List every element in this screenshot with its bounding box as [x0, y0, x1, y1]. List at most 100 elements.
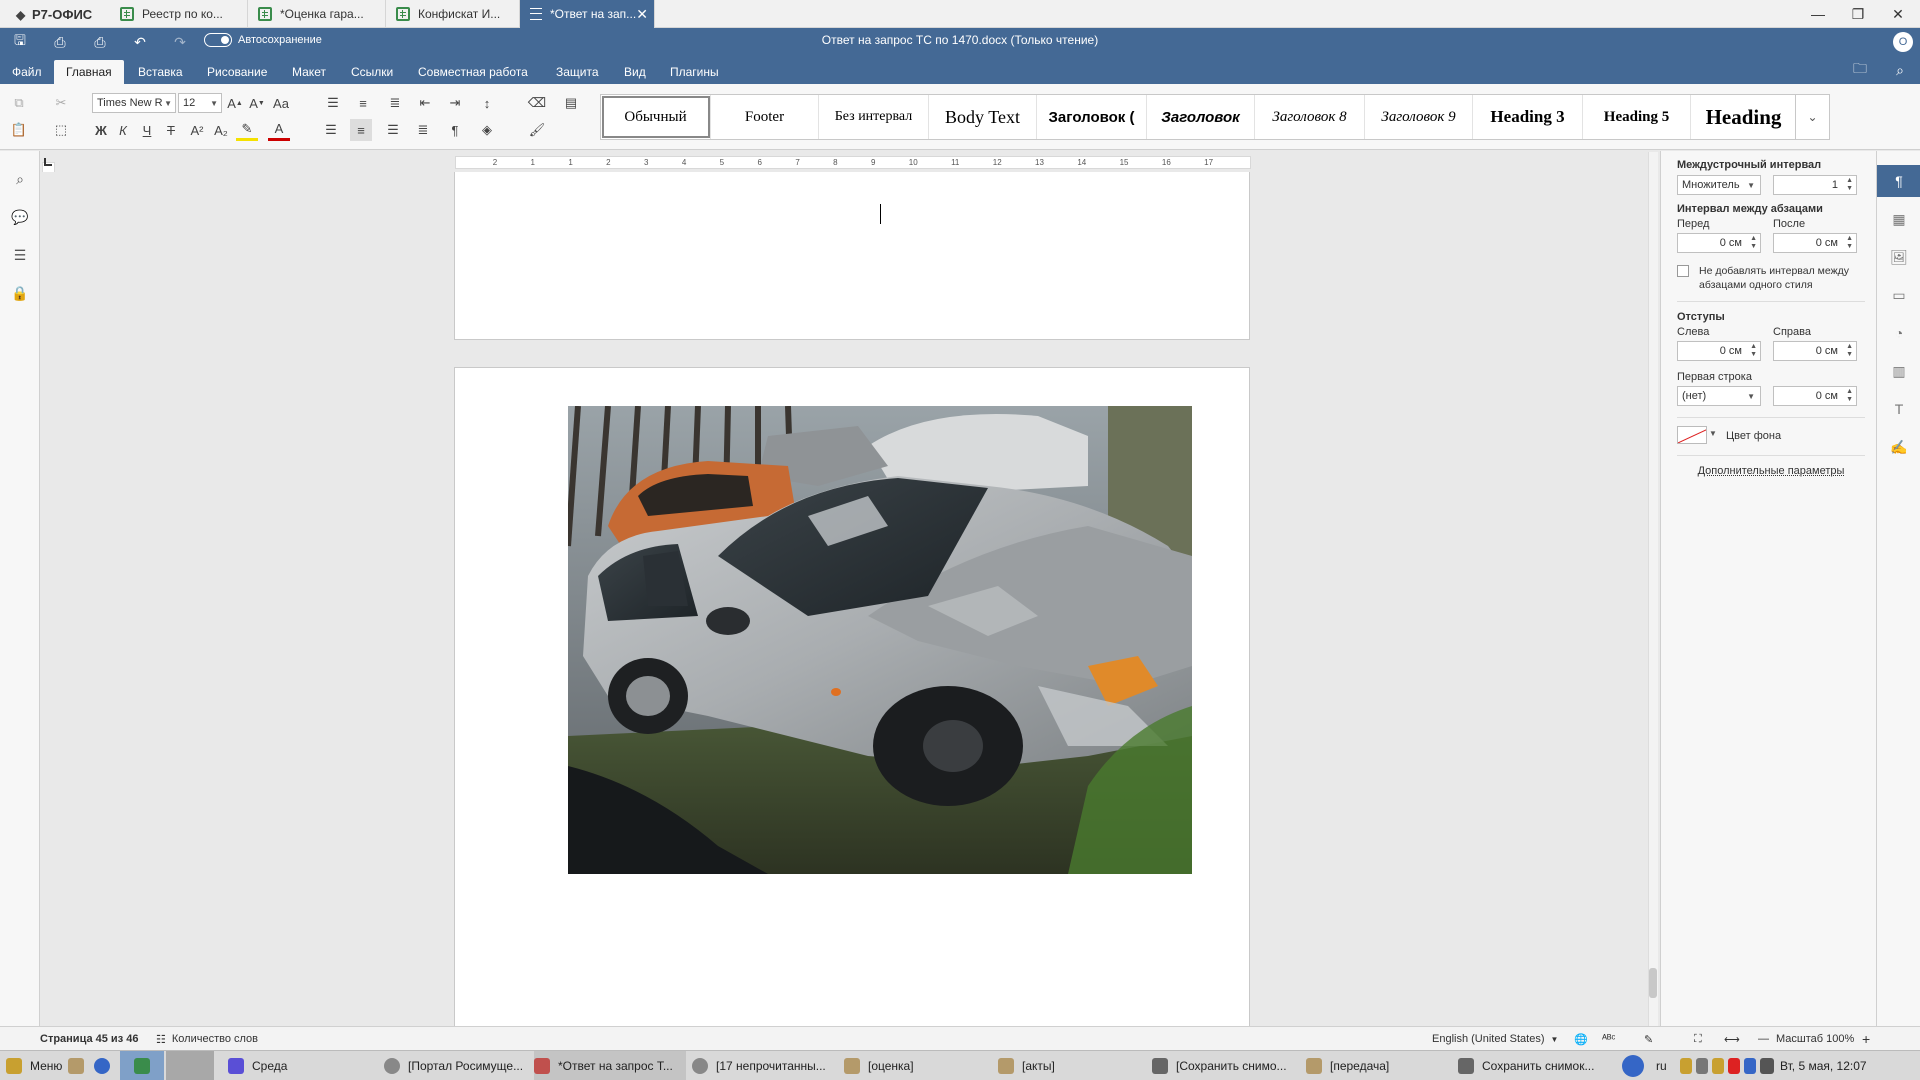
style-heading[interactable]: Heading [1691, 95, 1797, 139]
menu-plugins[interactable]: Плагины [658, 60, 731, 84]
shading-icon[interactable]: ◈ [476, 119, 498, 141]
navigation-icon[interactable]: ☰ [8, 243, 32, 267]
spinner-icon[interactable]: ▲ ▼ [1846, 343, 1853, 359]
line-spacing-icon[interactable]: ↕ [476, 92, 498, 114]
subscript-icon[interactable]: A₂ [210, 119, 232, 141]
user-avatar[interactable]: О [1893, 32, 1913, 52]
style-heading-3[interactable]: Heading 3 [1473, 95, 1583, 139]
style-body-text[interactable]: Body Text [929, 95, 1037, 139]
autosave-toggle[interactable]: Автосохранение [204, 33, 322, 47]
text-art-icon[interactable]: T [1887, 397, 1911, 421]
bg-color-picker[interactable] [1677, 426, 1707, 444]
paragraph-settings-icon[interactable]: ¶ [1877, 165, 1920, 197]
shape-settings-icon[interactable]: ◔ [1887, 321, 1911, 345]
justify-icon[interactable]: ≣ [412, 119, 434, 141]
taskbar-item-folder-peredacha[interactable]: [передача] [1306, 1051, 1454, 1080]
menu-insert[interactable]: Вставка [126, 60, 195, 84]
superscript-icon[interactable]: A² [186, 119, 208, 141]
toggle-switch[interactable] [204, 33, 232, 47]
image-settings-icon[interactable]: 🖼 [1887, 245, 1911, 269]
tab-valuation[interactable]: *Оценка гара... [248, 0, 386, 28]
header-footer-icon[interactable]: ▭ [1887, 283, 1911, 307]
taskbar-item-screenshot-1[interactable]: [Сохранить снимо... [1152, 1051, 1302, 1080]
word-count-button[interactable]: ☷ Количество слов [156, 1027, 258, 1051]
fit-width-icon[interactable]: ⟷ [1724, 1027, 1740, 1051]
menu-layout[interactable]: Макет [280, 60, 338, 84]
menu-references[interactable]: Ссылки [339, 60, 405, 84]
style-heading-5[interactable]: Heading 5 [1583, 95, 1691, 139]
app-brand[interactable]: ◆ Р7-ОФИС [0, 0, 110, 28]
globe-icon[interactable]: 🌐 [1574, 1027, 1588, 1051]
style-heading-8[interactable]: Заголовок 8 [1255, 95, 1365, 139]
no-add-interval-checkbox[interactable] [1677, 265, 1689, 277]
track-changes-icon[interactable]: ✎ [1644, 1027, 1653, 1051]
search-icon[interactable]: ⌕ [1886, 60, 1914, 80]
paste-icon[interactable]: 📋 [8, 119, 30, 141]
style-heading-9[interactable]: Заголовок 9 [1365, 95, 1473, 139]
quick-print-icon[interactable]: ⎙ [86, 32, 114, 52]
fit-page-icon[interactable]: ⛶ [1694, 1027, 1702, 1051]
spinner-icon[interactable]: ▲ ▼ [1750, 235, 1757, 251]
font-color-icon[interactable]: A [268, 119, 290, 141]
save-icon[interactable]: 🖫 [6, 32, 34, 52]
numbered-list-icon[interactable]: ≡ [352, 92, 374, 114]
increase-font-icon[interactable]: A ▲ [224, 92, 246, 114]
highlight-color-icon[interactable]: ✎ [236, 119, 258, 141]
taskbar-item-portal[interactable]: [Портал Росимуще... [384, 1051, 532, 1080]
car-photo[interactable] [568, 406, 1192, 874]
menu-home[interactable]: Главная [54, 60, 124, 84]
clear-format-icon[interactable]: ⌫ [526, 92, 548, 114]
tab-stop-icon[interactable] [44, 158, 52, 166]
close-window-icon[interactable]: ✕ [1878, 0, 1918, 28]
paragraph-marks-icon[interactable]: ¶ [444, 119, 466, 141]
scrollbar-thumb[interactable] [1649, 968, 1657, 998]
zoom-out-icon[interactable]: — [1758, 1027, 1769, 1051]
minimize-icon[interactable]: — [1798, 0, 1838, 28]
clock[interactable]: Вт, 5 мая, 12:07 [1780, 1051, 1867, 1080]
copy-style-icon[interactable]: 🖌 [526, 119, 548, 141]
spacing-before-input[interactable]: 0 см ▲ ▼ [1677, 233, 1761, 253]
copy-icon[interactable]: ⧉ [8, 92, 30, 114]
first-line-type-select[interactable]: (нет) ▼ [1677, 386, 1761, 406]
close-tab-icon[interactable]: ✕ [636, 6, 648, 23]
undo-icon[interactable]: ↶ [126, 32, 154, 52]
menu-file[interactable]: Файл [0, 60, 54, 84]
align-left-icon[interactable]: ☰ [320, 119, 342, 141]
advanced-settings-link[interactable]: Дополнительные параметры [1677, 465, 1865, 477]
redo-icon[interactable]: ↷ [166, 32, 194, 52]
open-folder-icon[interactable]: 🗀 [1846, 60, 1874, 80]
spinner-icon[interactable]: ▲ ▼ [1846, 235, 1853, 251]
left-indent-input[interactable]: 0 см ▲ ▼ [1677, 341, 1761, 361]
style-heading-1[interactable]: Заголовок ( [1037, 95, 1147, 139]
taskbar-item-mail[interactable]: [17 непрочитанны... [692, 1051, 840, 1080]
taskbar-item-screenshot-2[interactable]: Сохранить снимок... [1458, 1051, 1608, 1080]
page-indicator[interactable]: Страница 45 из 46 [40, 1027, 138, 1051]
right-indent-input[interactable]: 0 см ▲ ▼ [1773, 341, 1857, 361]
workspace-switcher[interactable] [166, 1051, 214, 1080]
signature-icon[interactable]: ✍ [1887, 435, 1911, 459]
vertical-scrollbar[interactable] [1648, 152, 1658, 1026]
zoom-in-icon[interactable]: + [1862, 1027, 1870, 1051]
menu-collaboration[interactable]: Совместная работа [406, 60, 540, 84]
taskbar-item-folder-akty[interactable]: [акты] [998, 1051, 1148, 1080]
language-select[interactable]: English (United States) ▼ [1432, 1027, 1558, 1051]
taskbar-item-sreda[interactable]: Среда [228, 1051, 378, 1080]
multilevel-list-icon[interactable]: ≣ [384, 92, 406, 114]
document-page[interactable] [454, 172, 1250, 340]
yandex-tray-icon[interactable] [1622, 1051, 1652, 1080]
strikethrough-icon[interactable]: Т [160, 119, 182, 141]
first-line-value-input[interactable]: 0 см ▲ ▼ [1773, 386, 1857, 406]
italic-icon[interactable]: К [112, 119, 134, 141]
spinner-icon[interactable]: ▲ ▼ [1846, 388, 1853, 404]
menu-view[interactable]: Вид [612, 60, 658, 84]
tab-response-doc[interactable]: *Ответ на зап... ✕ [520, 0, 655, 28]
restore-icon[interactable]: ❐ [1838, 0, 1878, 28]
tab-confiscate[interactable]: Конфискат И... [386, 0, 520, 28]
spacing-after-input[interactable]: 0 см ▲ ▼ [1773, 233, 1857, 253]
style-no-spacing[interactable]: Без интервал [819, 95, 929, 139]
bold-icon[interactable]: Ж [90, 119, 112, 141]
table-settings-icon[interactable]: ▦ [1887, 207, 1911, 231]
select-all-icon[interactable]: ⬚ [50, 119, 72, 141]
menu-protection[interactable]: Защита [544, 60, 611, 84]
line-spacing-type-select[interactable]: Множитель ▼ [1677, 175, 1761, 195]
